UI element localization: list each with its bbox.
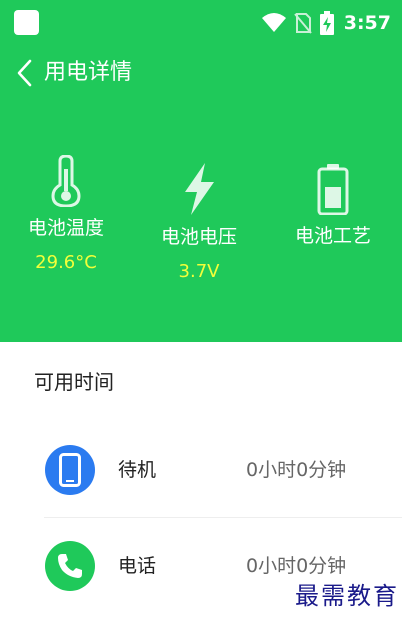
page-title: 用电详情	[44, 60, 133, 85]
standby-icon-circle	[45, 445, 95, 495]
list-item-standby[interactable]: 待机 0小时0分钟	[0, 422, 402, 518]
battery-icon	[317, 164, 349, 215]
status-time: 3:57	[343, 12, 391, 34]
app-icon	[14, 10, 39, 35]
stat-label: 电池温度	[27, 217, 104, 239]
lightning-icon	[185, 163, 214, 215]
stat-label: 电池工艺	[294, 225, 371, 247]
wifi-icon	[261, 13, 286, 32]
battery-charging-icon	[319, 11, 334, 35]
stat-battery-temperature: 电池温度 29.6°C	[20, 155, 112, 275]
list-item-time: 0小时0分钟	[246, 459, 347, 481]
right-edge	[402, 0, 411, 625]
back-button[interactable]	[12, 58, 36, 88]
watermark: 最需教育	[295, 582, 399, 610]
status-bar-icons: 3:57	[261, 10, 391, 36]
list-item-label: 待机	[118, 459, 157, 481]
section-title-available-time: 可用时间	[34, 370, 114, 394]
no-sim-icon	[293, 13, 312, 34]
thermometer-icon	[51, 155, 81, 207]
stat-battery-voltage: 电池电压 3.7V	[153, 162, 245, 284]
stat-value: 29.6°C	[35, 252, 97, 273]
stat-label: 电池电压	[160, 226, 237, 248]
phone-call-icon	[58, 554, 82, 578]
list-item-label: 电话	[118, 555, 157, 577]
stat-value: 3.7V	[178, 261, 220, 282]
stat-battery-technology: 电池工艺	[287, 163, 379, 259]
phone-device-icon	[59, 453, 81, 487]
call-icon-circle	[45, 541, 95, 591]
chevron-left-icon	[17, 59, 32, 87]
